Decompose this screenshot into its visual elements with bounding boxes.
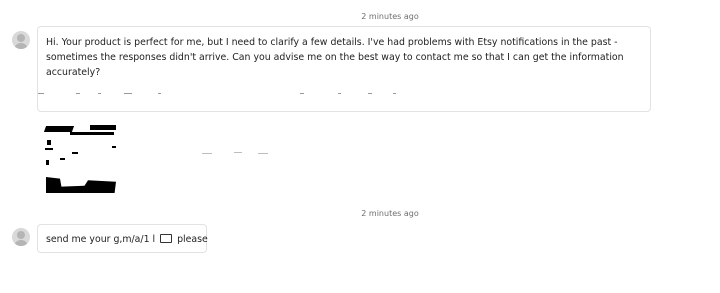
message-text: send me your g,m/a/1 l	[46, 234, 156, 245]
obscured-mark	[46, 177, 116, 193]
message-timestamp: 2 minutes ago	[361, 12, 419, 21]
avatar-head-shape	[17, 231, 25, 239]
avatar-body-shape	[14, 43, 28, 49]
user-avatar[interactable]	[12, 228, 30, 246]
obscured-text-line	[38, 93, 438, 97]
obscured-mark	[45, 148, 53, 150]
obscured-mark	[46, 160, 49, 165]
obscured-mark	[60, 158, 65, 160]
message-bubble: send me your g,m/a/1 l please	[37, 224, 208, 253]
avatar-head-shape	[17, 34, 25, 42]
obscured-mark	[47, 140, 51, 145]
obscured-mark	[90, 125, 116, 130]
obscured-mark	[70, 132, 114, 135]
image-attachment[interactable]	[42, 122, 122, 197]
message-timestamp: 2 minutes ago	[361, 209, 419, 218]
obscured-mark	[234, 152, 242, 153]
obscured-mark	[258, 153, 268, 154]
envelope-icon	[160, 234, 173, 243]
message-text: Hi. Your product is perfect for me, but …	[46, 37, 624, 78]
obscured-mark	[72, 152, 78, 154]
message-bubble: Hi. Your product is perfect for me, but …	[37, 26, 651, 112]
avatar-body-shape	[14, 240, 28, 246]
obscured-mark	[112, 146, 116, 148]
obscured-mark	[202, 153, 212, 154]
message-text: please	[177, 234, 208, 245]
user-avatar[interactable]	[12, 31, 30, 49]
